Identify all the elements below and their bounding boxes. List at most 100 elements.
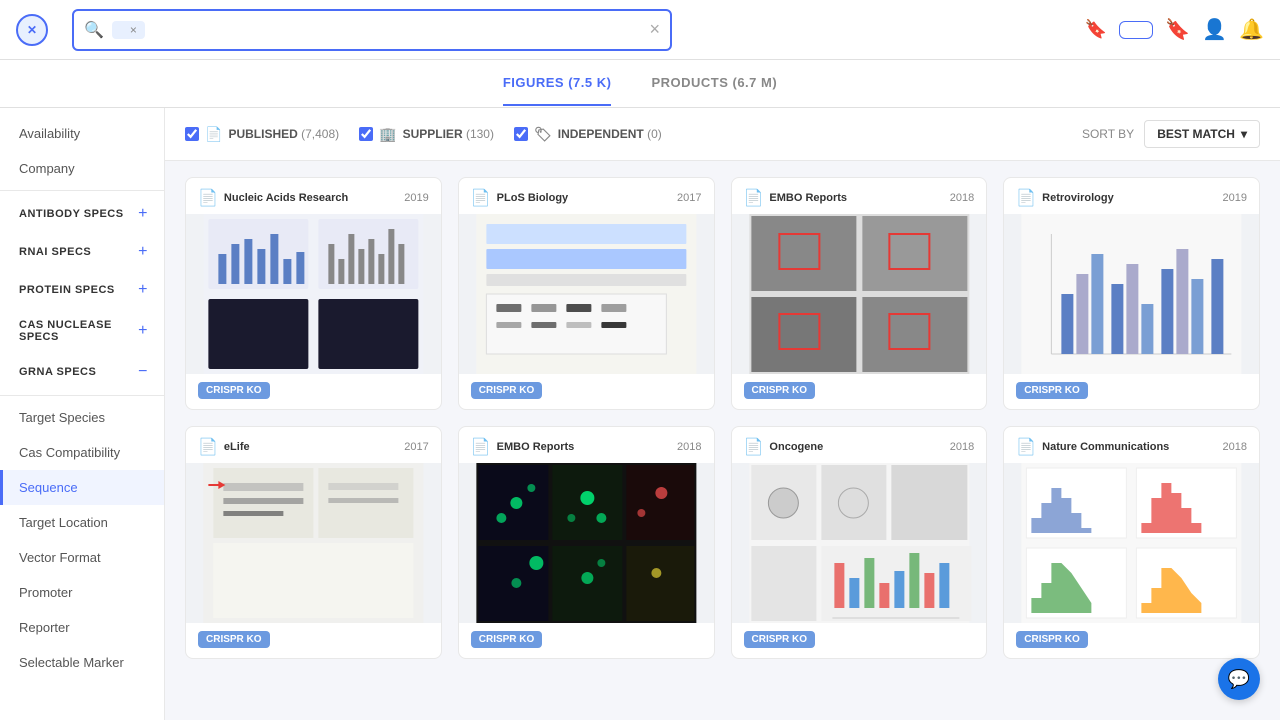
filter-checkbox-published[interactable] xyxy=(185,127,199,141)
journal-icon: 📄 xyxy=(744,188,764,208)
journal-icon: 📄 xyxy=(471,437,491,457)
sidebar-item-selectable-marker[interactable]: Selectable Marker xyxy=(0,645,164,680)
sidebar-item-target-species[interactable]: Target Species xyxy=(0,400,164,435)
sidebar-item-reporter[interactable]: Reporter xyxy=(0,610,164,645)
sidebar-item-vector-format[interactable]: Vector Format xyxy=(0,540,164,575)
card-figure-image xyxy=(459,214,714,374)
journal-name: Nature Communications xyxy=(1042,441,1169,453)
search-bar[interactable]: 🔍 × × xyxy=(72,9,672,51)
filter-count: (130) xyxy=(466,127,494,141)
card-header: 📄eLife2017 xyxy=(186,427,441,463)
result-card[interactable]: 📄Oncogene2018 CRISPR KO xyxy=(731,426,988,659)
filter-type-icon: 🏢 xyxy=(379,126,396,143)
sidebar-item-grna-specs[interactable]: gRNA SPECS− xyxy=(0,353,164,391)
invite-colleague-button[interactable] xyxy=(1119,21,1153,39)
sidebar-divider xyxy=(0,395,164,396)
content: 📄 PUBLISHED (7,408) 🏢SUPPLIER (130) 🏷 INDEPE… xyxy=(165,108,1280,720)
result-card[interactable]: 📄EMBO Reports2018 CRISPR KO xyxy=(731,177,988,410)
sidebar-item-sequence[interactable]: Sequence xyxy=(0,470,164,505)
journal-year: 2019 xyxy=(404,192,428,204)
card-badge: CRISPR KO xyxy=(198,382,270,399)
search-icon: 🔍 xyxy=(84,20,104,40)
save-search-button[interactable]: 🔖 xyxy=(1085,19,1107,40)
sidebar-item-promoter[interactable]: Promoter xyxy=(0,575,164,610)
sidebar-item-label: Cas Compatibility xyxy=(19,445,120,460)
sidebar-item-rnai-specs[interactable]: RNAI SPECS+ xyxy=(0,233,164,271)
card-journal: 📄Nucleic Acids Research xyxy=(198,188,348,208)
journal-icon: 📄 xyxy=(198,188,218,208)
tab-products[interactable]: PRODUCTS (6.7 M) xyxy=(651,61,777,106)
card-badge: CRISPR KO xyxy=(744,382,816,399)
filter-checkbox-independent[interactable] xyxy=(514,127,528,141)
sidebar-item-label: Sequence xyxy=(19,480,78,495)
card-badge: CRISPR KO xyxy=(1016,631,1088,648)
user-icon[interactable]: 👤 xyxy=(1202,17,1227,42)
journal-icon: 📄 xyxy=(471,188,491,208)
result-card[interactable]: 📄Retrovirology2019 CRISPR KO xyxy=(1003,177,1260,410)
filter-bar: 📄 PUBLISHED (7,408) 🏢SUPPLIER (130) 🏷 INDEPE… xyxy=(165,108,1280,161)
result-card[interactable]: 📄eLife2017 CRISPR KO xyxy=(185,426,442,659)
card-journal: 📄Oncogene xyxy=(744,437,824,457)
card-header: 📄Nucleic Acids Research 2019 xyxy=(186,178,441,214)
bookmarks-icon[interactable]: 🔖 xyxy=(1165,17,1190,42)
logo-icon: ✕ xyxy=(16,14,48,46)
card-header: 📄Retrovirology2019 xyxy=(1004,178,1259,214)
sidebar-item-protein-specs[interactable]: PROTEIN SPECS+ xyxy=(0,271,164,309)
sidebar-item-label: Vector Format xyxy=(19,550,101,565)
chat-bubble[interactable]: 💬 xyxy=(1218,658,1260,700)
cards-grid: 📄Nucleic Acids Research 2019 CRISPR KO 📄 PL… xyxy=(165,161,1280,675)
sidebar-item-antibody-specs[interactable]: ANTIBODY SPECS+ xyxy=(0,195,164,233)
card-badge: CRISPR KO xyxy=(471,631,543,648)
sidebar-item-availability[interactable]: Availability xyxy=(0,116,164,151)
filter-published[interactable]: 📄 PUBLISHED (7,408) xyxy=(185,126,339,143)
filter-type-icon: 🏷 xyxy=(534,126,552,143)
expand-icon: + xyxy=(138,205,148,223)
sidebar-item-cas-nuclease-specs[interactable]: CAS NUCLEASE SPECS+ xyxy=(0,309,164,353)
journal-name: PLoS Biology xyxy=(497,192,569,204)
card-badge: CRISPR KO xyxy=(1016,382,1088,399)
sort-button[interactable]: BEST MATCH ▾ xyxy=(1144,120,1260,148)
filter-checkbox-supplier[interactable] xyxy=(359,127,373,141)
collapse-icon: − xyxy=(138,363,148,381)
sidebar-item-label: CAS NUCLEASE SPECS xyxy=(19,319,138,343)
sidebar-item-cas-compatibility[interactable]: Cas Compatibility xyxy=(0,435,164,470)
card-journal: 📄EMBO Reports xyxy=(471,437,575,457)
card-journal: 📄Retrovirology xyxy=(1016,188,1113,208)
sidebar-item-target-location[interactable]: Target Location xyxy=(0,505,164,540)
journal-year: 2017 xyxy=(404,441,428,453)
card-figure-image xyxy=(1004,463,1259,623)
sidebar-item-label: RNAI SPECS xyxy=(19,246,91,258)
card-figure-image xyxy=(186,214,441,374)
tag-remove-icon[interactable]: × xyxy=(130,23,137,37)
card-figure-image xyxy=(732,463,987,623)
search-tag: × xyxy=(112,21,145,39)
expand-icon: + xyxy=(138,281,148,299)
tab-figures[interactable]: FIGURES (7.5 K) xyxy=(503,61,612,106)
journal-name: Oncogene xyxy=(769,441,823,453)
sidebar-item-company[interactable]: Company xyxy=(0,151,164,186)
filter-supplier[interactable]: 🏢SUPPLIER (130) xyxy=(359,126,494,143)
search-clear-icon[interactable]: × xyxy=(649,19,660,40)
save-search-icon: 🔖 xyxy=(1085,19,1107,40)
result-card[interactable]: 📄PLoS Biology2017 CRISPR KO xyxy=(458,177,715,410)
filter-label: INDEPENDENT (0) xyxy=(558,127,662,141)
card-journal: 📄EMBO Reports xyxy=(744,188,848,208)
journal-icon: 📄 xyxy=(198,437,218,457)
card-journal: 📄 PLoS Biology xyxy=(471,188,568,208)
filter-count: (0) xyxy=(647,127,662,141)
card-header: 📄PLoS Biology2017 xyxy=(459,178,714,214)
card-figure-image xyxy=(186,463,441,623)
result-card[interactable]: 📄Nucleic Acids Research 2019 CRISPR KO xyxy=(185,177,442,410)
result-card[interactable]: 📄EMBO Reports2018 CRISPR KO xyxy=(458,426,715,659)
logo[interactable]: ✕ xyxy=(16,14,56,46)
result-card[interactable]: 📄Nature Communications2018 CRISPR KO xyxy=(1003,426,1260,659)
journal-icon: 📄 xyxy=(1016,437,1036,457)
sort-bar: SORT BYBEST MATCH ▾ xyxy=(1082,120,1260,148)
filter-label: PUBLISHED (7,408) xyxy=(228,127,339,141)
main-layout: AvailabilityCompanyANTIBODY SPECS+RNAI S… xyxy=(0,108,1280,720)
filter-type-icon: 📄 xyxy=(205,126,222,143)
card-journal: 📄 Nature Communications xyxy=(1016,437,1169,457)
journal-year: 2018 xyxy=(950,441,974,453)
notifications-icon[interactable]: 🔔 xyxy=(1239,17,1264,42)
filter-independent[interactable]: 🏷 INDEPENDENT (0) xyxy=(514,126,662,143)
